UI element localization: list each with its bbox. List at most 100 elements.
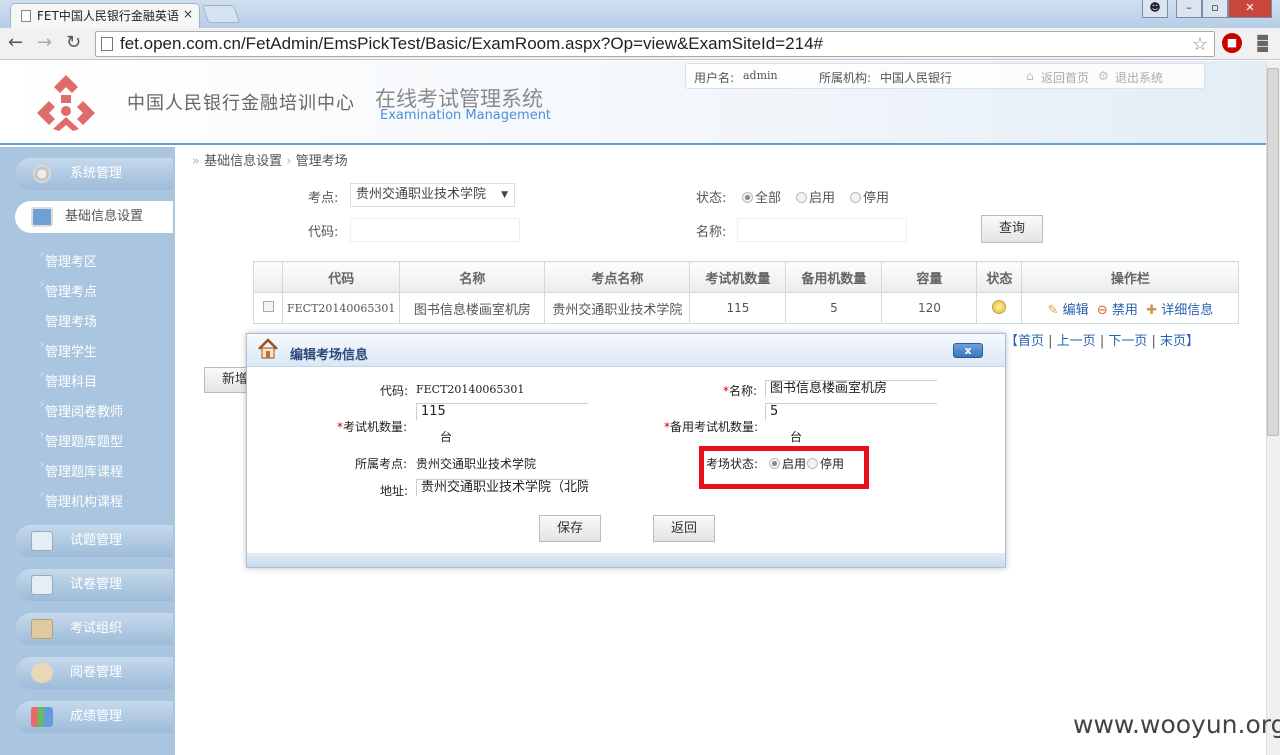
- detail-link[interactable]: 详细信息: [1161, 303, 1213, 318]
- site-value: 贵州交通职业技术学院: [416, 457, 537, 471]
- pboc-logo: [37, 75, 95, 131]
- row-checkbox[interactable]: [253, 292, 283, 324]
- menu-icon[interactable]: ▬ ▬ ▬: [1256, 30, 1270, 56]
- name-filter-label: 名称:: [696, 225, 727, 240]
- sidebar-item-graders[interactable]: › 管理阅卷教师: [40, 399, 124, 420]
- code-value: FECT20140065301: [416, 383, 525, 396]
- nav-label: 基础信息设置: [65, 209, 144, 224]
- chevron-right-icon: ›: [40, 459, 44, 470]
- window-close-button[interactable]: ✕: [1228, 0, 1272, 18]
- pager-prev[interactable]: 上一页: [1057, 334, 1096, 349]
- cell-name-link[interactable]: 图书信息楼画室机房: [399, 292, 546, 324]
- nav-label: 试卷管理: [70, 577, 123, 592]
- home-link[interactable]: 返回首页: [1041, 69, 1089, 86]
- back-button[interactable]: 返回: [653, 515, 715, 542]
- sidebar-item-zones[interactable]: › 管理考区: [40, 249, 97, 270]
- envelope-icon: [31, 663, 53, 683]
- adblock-icon[interactable]: ■: [1222, 33, 1242, 53]
- status-radio-all[interactable]: 全部: [742, 187, 781, 206]
- sidebar-item-rooms[interactable]: 管理考场: [45, 311, 97, 330]
- col-header: 考试机数量: [689, 261, 787, 293]
- logout-link[interactable]: 退出系统: [1115, 69, 1163, 86]
- nav-questions[interactable]: 试题管理: [15, 525, 173, 557]
- nav-basic-info[interactable]: 基础信息设置: [15, 201, 173, 233]
- exam-count-input[interactable]: 115: [416, 403, 588, 420]
- nav-exam-org[interactable]: 考试组织: [15, 613, 173, 645]
- browser-toolbar: ← → ↻ fet.open.com.cn/FetAdmin/EmsPickTe…: [0, 28, 1280, 60]
- cell-code: FECT20140065301: [281, 292, 401, 324]
- back-arrow-icon[interactable]: ←: [8, 32, 23, 54]
- nav-label: 阅卷管理: [70, 665, 123, 680]
- status-radio-enabled[interactable]: 启用: [796, 187, 835, 206]
- dialog-header: 编辑考场信息 x: [247, 334, 1005, 367]
- name-input[interactable]: 图书信息楼画室机房: [765, 380, 937, 397]
- monitor-icon: [31, 207, 53, 227]
- scrollbar-thumb[interactable]: [1267, 68, 1279, 436]
- user-value: admin: [743, 69, 778, 82]
- browser-tab[interactable]: FET中国人民银行金融英语 ×: [10, 3, 200, 28]
- page-icon: [101, 37, 113, 51]
- spare-count-input[interactable]: 5: [765, 403, 937, 420]
- cell-site: 贵州交通职业技术学院: [544, 292, 691, 324]
- user-info-bar: 用户名: admin 所属机构: 中国人民银行 ⌂ 返回首页 ⚙ 退出系统: [685, 63, 1205, 89]
- address-bar[interactable]: fet.open.com.cn/FetAdmin/EmsPickTest/Bas…: [95, 31, 1215, 57]
- edit-link[interactable]: 编辑: [1063, 303, 1089, 318]
- checkbox-icon: [262, 301, 274, 312]
- name-filter-input[interactable]: [737, 218, 907, 242]
- name-label: 名称:: [729, 384, 758, 398]
- spare-count-label: 备用考试机数量:: [670, 420, 759, 434]
- radio-icon: [742, 192, 753, 203]
- breadcrumb-root[interactable]: 基础信息设置: [204, 154, 282, 169]
- sidebar-item-label: 管理题库课程: [45, 465, 124, 480]
- nav-scores[interactable]: 成绩管理: [15, 701, 173, 733]
- status-radio-disabled[interactable]: 停用: [850, 187, 889, 206]
- sidebar-item-question-types[interactable]: › 管理题库题型: [40, 429, 124, 450]
- address-label: 地址:: [380, 484, 409, 498]
- forward-arrow-icon[interactable]: →: [37, 32, 52, 54]
- folder-icon: [31, 531, 53, 551]
- new-tab-button[interactable]: [201, 5, 241, 23]
- add-button[interactable]: 新增: [204, 367, 248, 393]
- watermark: www.wooyun.org: [1073, 710, 1280, 739]
- sidebar-item-bank-courses[interactable]: › 管理题库课程: [40, 459, 124, 480]
- nav-papers[interactable]: 试卷管理: [15, 569, 173, 601]
- radio-icon: [850, 192, 861, 203]
- user-icon[interactable]: ☻: [1142, 0, 1168, 18]
- reload-icon[interactable]: ↻: [66, 32, 81, 54]
- gear-icon: [31, 164, 53, 184]
- sidebar-item-label: 管理机构课程: [45, 495, 124, 510]
- sidebar-item-label: 管理阅卷教师: [45, 405, 124, 420]
- sidebar-item-subjects[interactable]: › 管理科目: [40, 369, 97, 390]
- nav-grading[interactable]: 阅卷管理: [15, 657, 173, 689]
- breadcrumb-current: 管理考场: [295, 154, 348, 169]
- sidebar-item-sites[interactable]: › 管理考点: [40, 279, 97, 300]
- cell-status: [976, 292, 1023, 324]
- col-header: 备用机数量: [785, 261, 883, 293]
- pager-next[interactable]: 下一页: [1108, 334, 1147, 349]
- url-text: fet.open.com.cn/FetAdmin/EmsPickTest/Bas…: [120, 34, 823, 53]
- sidebar-item-org-courses[interactable]: › 管理机构课程: [40, 489, 124, 510]
- bookmark-star-icon[interactable]: ☆: [1192, 32, 1208, 56]
- address-input[interactable]: 贵州交通职业技术学院（北院: [416, 479, 588, 496]
- sidebar-item-students[interactable]: › 管理学生: [40, 339, 97, 360]
- minimize-button[interactable]: –: [1176, 0, 1202, 18]
- disable-link[interactable]: 禁用: [1112, 303, 1138, 318]
- pager-first[interactable]: 【首页: [1005, 334, 1044, 349]
- pager: 【首页 | 上一页 | 下一页 | 末页】: [1005, 334, 1200, 349]
- save-button[interactable]: 保存: [539, 515, 601, 542]
- nav-label: 成绩管理: [70, 709, 123, 724]
- sidebar-item-label: 管理考场: [45, 315, 98, 330]
- pager-last[interactable]: 末页】: [1160, 334, 1199, 349]
- org-value: 中国人民银行: [880, 71, 953, 85]
- sidebar-item-label: 管理题库题型: [45, 435, 124, 450]
- dialog-close-button[interactable]: x: [953, 343, 983, 358]
- tab-close-icon[interactable]: ×: [183, 7, 193, 21]
- nav-system-admin[interactable]: 系统管理: [15, 158, 173, 190]
- spare-count-unit: 台: [790, 430, 803, 444]
- query-button[interactable]: 查询: [981, 215, 1043, 243]
- edit-room-dialog: 编辑考场信息 x 代码: FECT20140065301 *名称: 图书信息楼画…: [246, 333, 1006, 568]
- code-filter-input[interactable]: [350, 218, 520, 242]
- maximize-button[interactable]: ▫: [1202, 0, 1228, 18]
- site-select[interactable]: 贵州交通职业技术学院 ▼: [350, 183, 515, 207]
- nav-label: 考试组织: [70, 621, 123, 636]
